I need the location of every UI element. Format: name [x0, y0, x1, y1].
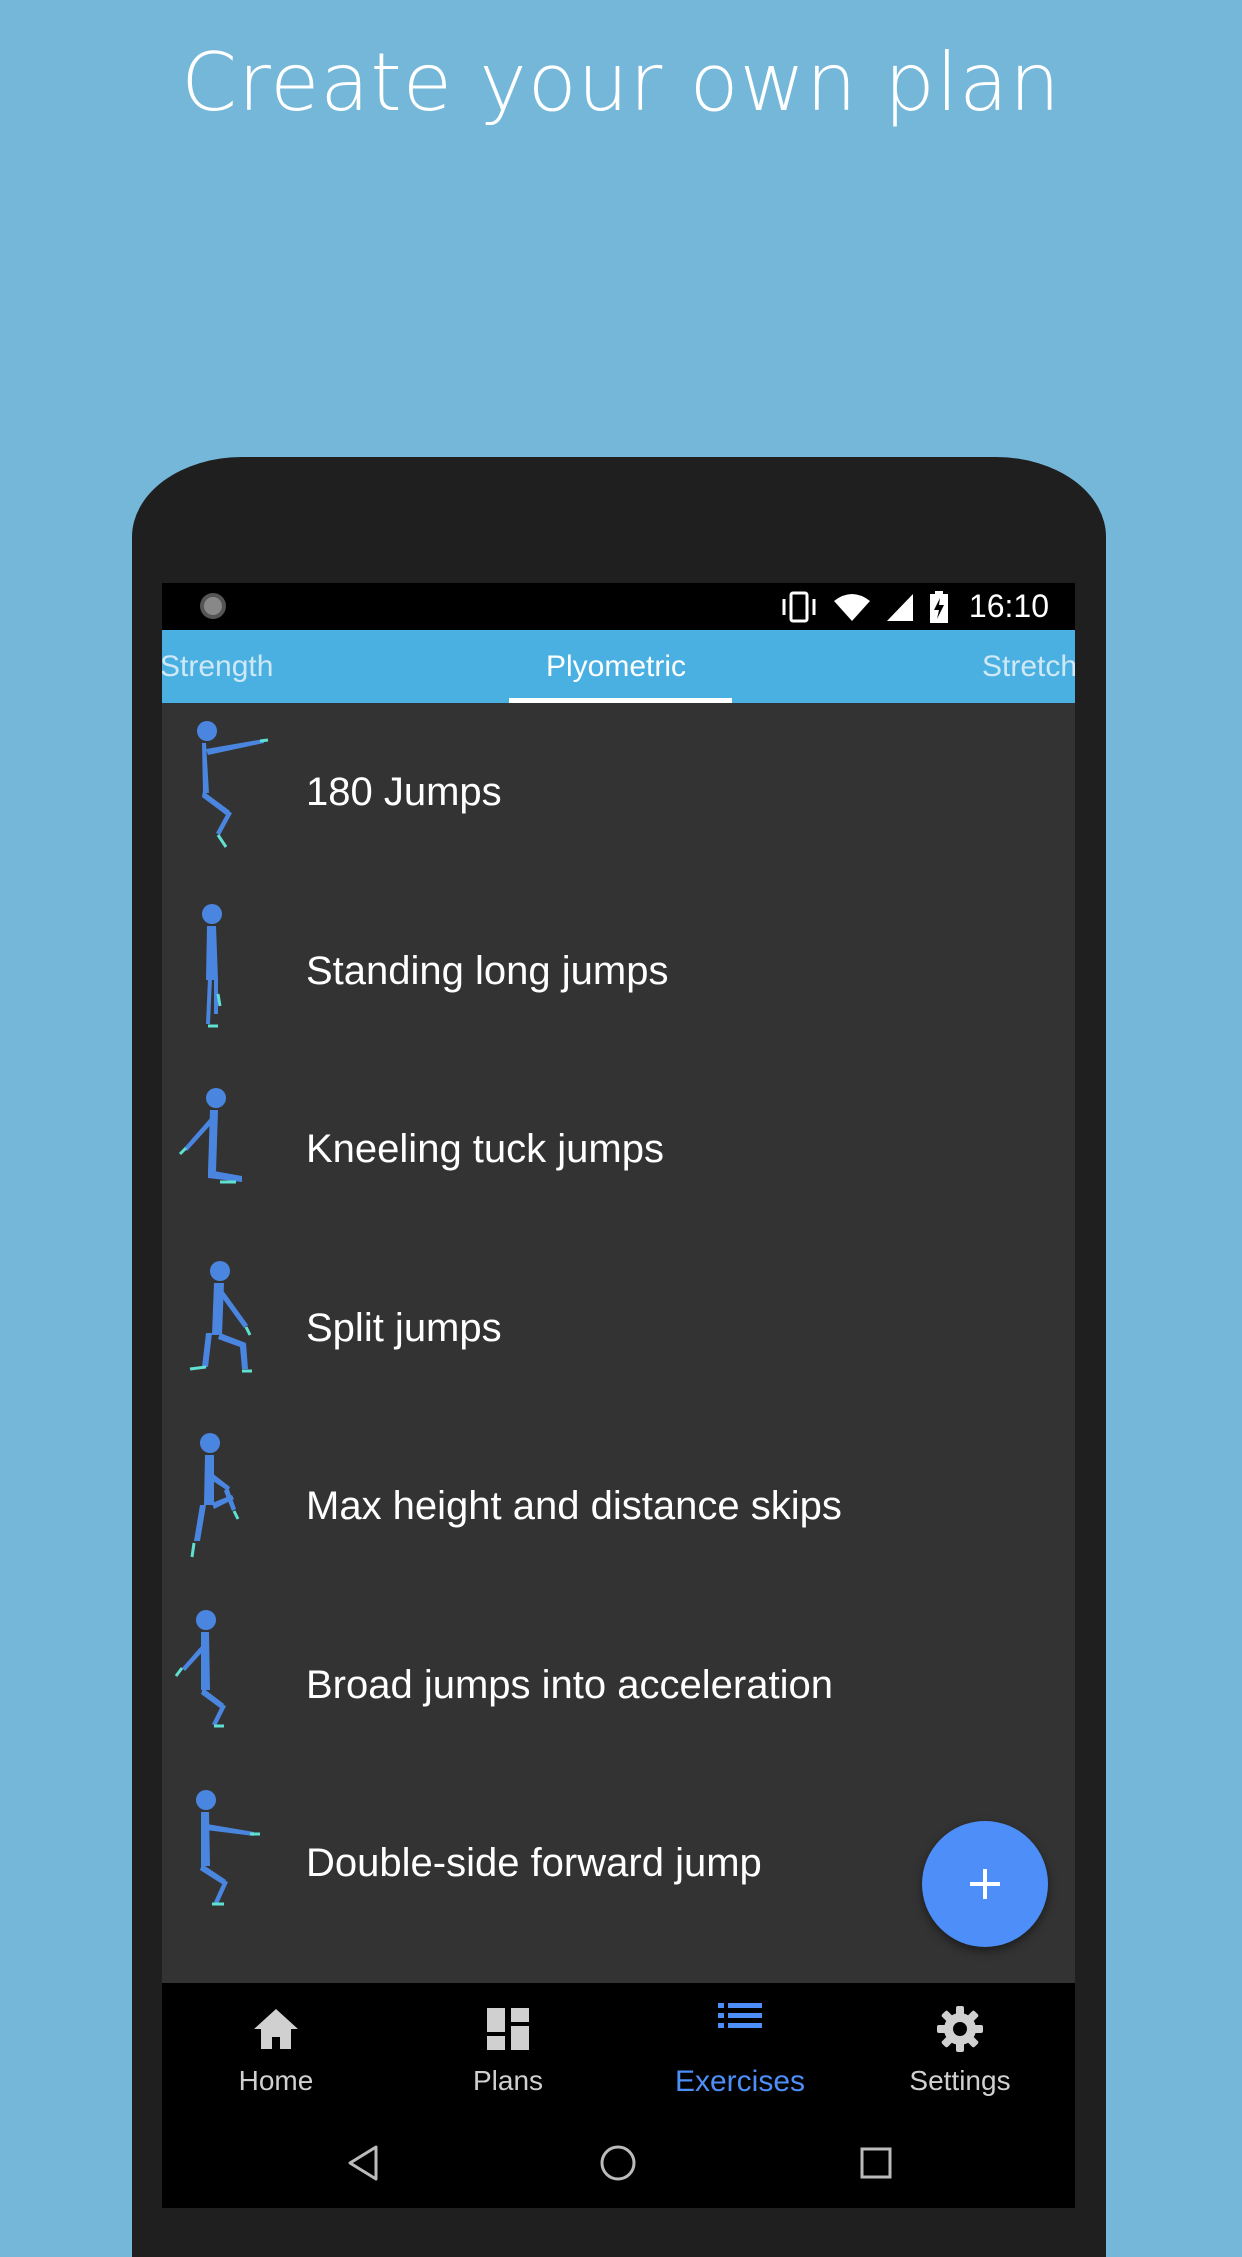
tab-stretch[interactable]: Stretch [982, 630, 1075, 703]
list-item[interactable]: 180 Jumps [162, 703, 1075, 882]
tab-strength[interactable]: Strength [162, 630, 273, 703]
plus-icon [970, 1869, 1000, 1899]
nav-settings-label: Settings [909, 2065, 1011, 2096]
system-navigation-bar [162, 2123, 1075, 2208]
home-circle-icon[interactable] [598, 2143, 638, 2183]
bottom-navigation: Home Plans Exercises Settings [162, 1983, 1075, 2123]
exercise-name: Max height and distance skips [306, 1484, 842, 1528]
exercise-name: Broad jumps into acceleration [306, 1662, 833, 1707]
tab-plyometric[interactable]: Plyometric [546, 630, 686, 703]
nav-plans-label: Plans [472, 2065, 544, 2096]
exercise-figure-icon [196, 1790, 260, 1906]
list-item[interactable]: Standing long jumps [162, 882, 1075, 1061]
exercise-name: 180 Jumps [306, 770, 502, 814]
vibrate-icon [782, 591, 816, 622]
nav-exercises-label: Exercises [674, 2065, 806, 2098]
nav-home[interactable]: Home [162, 1983, 390, 2123]
exercise-list: 180 Jumps Standing long jumps Kneeling t… [162, 703, 1075, 1953]
exercise-name: Split jumps [306, 1305, 502, 1350]
exercise-figure-icon [202, 903, 222, 1027]
headline: Create your own plan [181, 36, 1061, 129]
list-item[interactable]: Broad jumps into acceleration [162, 1596, 1075, 1775]
back-icon[interactable] [344, 2143, 384, 2183]
exercise-figure-icon [197, 721, 269, 848]
list-item[interactable]: Kneeling tuck jumps [162, 1060, 1075, 1239]
gear-icon [937, 2006, 983, 2052]
recents-icon[interactable] [856, 2143, 896, 2183]
notification-icon [200, 593, 226, 619]
exercise-figure-icon [174, 1609, 226, 1727]
exercise-name: Kneeling tuck jumps [306, 1127, 664, 1171]
home-icon [254, 2009, 298, 2049]
list-item[interactable]: Split jumps [162, 1239, 1075, 1418]
signal-icon [886, 593, 913, 621]
nav-exercises[interactable]: Exercises [626, 1983, 854, 2123]
nav-settings[interactable]: Settings [846, 1983, 1074, 2123]
battery-charging-icon [929, 590, 948, 623]
phone-screen: 16:10 Strength Plyometric Stretch 180 Ju… [162, 583, 1075, 2208]
exercise-figure-icon [189, 1260, 252, 1372]
category-tabs: Strength Plyometric Stretch [162, 630, 1075, 703]
dashboard-icon [487, 2008, 529, 2050]
add-exercise-button[interactable] [922, 1821, 1048, 1947]
exercise-name: Double-side forward jump [306, 1841, 762, 1885]
status-time: 16:10 [968, 588, 1049, 624]
nav-home-label: Home [238, 2065, 314, 2096]
nav-plans[interactable]: Plans [394, 1983, 622, 2123]
exercise-figure-icon [178, 1088, 242, 1184]
exercise-name: Standing long jumps [306, 948, 669, 993]
list-icon [718, 2003, 762, 2028]
status-bar: 16:10 [162, 583, 1075, 630]
list-item[interactable]: Max height and distance skips [162, 1417, 1075, 1596]
wifi-icon [833, 593, 870, 621]
exercise-figure-icon [190, 1433, 240, 1558]
